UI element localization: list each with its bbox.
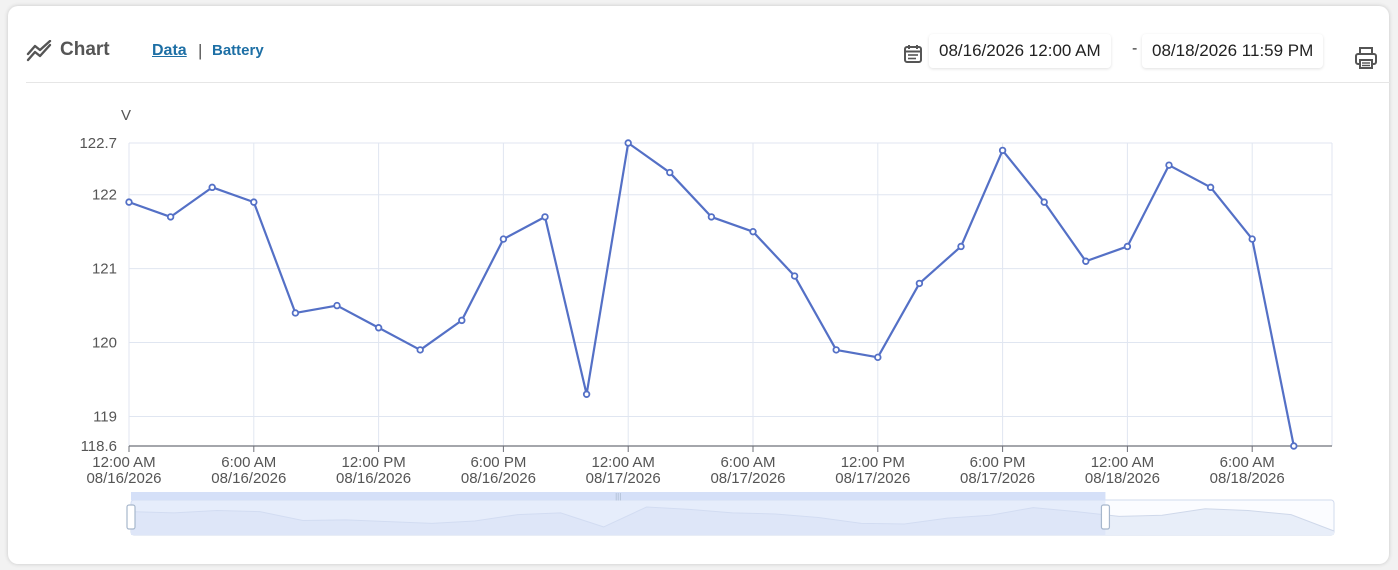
zoom-drag-grip-icon: |||: [615, 492, 621, 501]
x-tick-time-label: 6:00 AM: [221, 454, 276, 471]
data-point: [1206, 183, 1215, 192]
x-tick-date-label: 08/17/2026: [586, 470, 661, 487]
x-tick-date-label: 08/18/2026: [1085, 470, 1160, 487]
data-point: [541, 213, 549, 221]
y-tick-label: 122.7: [79, 135, 117, 152]
x-tick-time-label: 6:00 PM: [470, 454, 526, 471]
data-point: [707, 213, 716, 221]
data-point: [1123, 242, 1132, 251]
data-point: [374, 324, 383, 332]
data-point: [166, 213, 175, 221]
data-point: [998, 146, 1007, 155]
data-point: [1290, 442, 1298, 450]
data-point: [458, 316, 466, 325]
y-tick-label: 120: [92, 335, 117, 352]
x-tick-time-label: 12:00 AM: [592, 454, 655, 471]
y-tick-label: 119: [93, 408, 117, 425]
y-tick-label: 118.6: [81, 438, 117, 455]
voltage-line-chart: 122.7122121120119118.612:00 AM08/16/2026…: [79, 107, 1335, 536]
data-point: [250, 198, 258, 206]
x-tick-date-label: 08/16/2026: [86, 470, 161, 487]
x-tick-time-label: 12:00 PM: [341, 454, 405, 471]
data-point: [832, 346, 840, 354]
data-point: [416, 346, 424, 354]
zoom-selected-range: [131, 500, 1106, 535]
x-tick-date-label: 08/18/2026: [1210, 470, 1285, 487]
zoom-handle-start[interactable]: [126, 504, 136, 530]
y-tick-label: 121: [92, 261, 117, 278]
data-point: [790, 272, 799, 280]
x-tick-time-label: 6:00 AM: [720, 454, 775, 471]
x-tick-date-label: 08/16/2026: [211, 470, 286, 487]
data-point: [624, 139, 632, 147]
data-point: [957, 242, 965, 251]
x-tick-time-label: 12:00 AM: [92, 454, 155, 471]
data-point: [208, 183, 216, 192]
x-tick-time-label: 12:00 PM: [841, 454, 905, 471]
data-point: [499, 235, 508, 243]
x-tick-time-label: 12:00 AM: [1091, 454, 1154, 471]
x-tick-date-label: 08/16/2026: [336, 470, 411, 487]
data-point: [1165, 161, 1173, 169]
zoom-handle-end[interactable]: [1100, 504, 1111, 530]
x-tick-date-label: 08/17/2026: [835, 470, 910, 487]
data-point: [1082, 257, 1090, 265]
x-tick-time-label: 6:00 PM: [970, 454, 1026, 471]
data-point: [874, 353, 882, 362]
series-line: [128, 141, 1295, 447]
data-point: [125, 198, 133, 206]
x-tick-date-label: 08/16/2026: [461, 470, 536, 487]
data-point: [333, 301, 341, 310]
data-point: [749, 227, 757, 236]
x-tick-date-label: 08/17/2026: [710, 470, 785, 487]
y-tick-label: 122: [92, 187, 117, 204]
data-point: [582, 390, 591, 398]
x-tick-date-label: 08/17/2026: [960, 470, 1035, 487]
data-point: [915, 279, 924, 288]
data-point: [666, 168, 674, 177]
y-axis-unit-label: V: [121, 107, 131, 124]
data-point: [1248, 235, 1256, 243]
data-point: [1040, 198, 1048, 206]
data-point: [291, 309, 300, 317]
x-tick-time-label: 6:00 AM: [1220, 454, 1275, 471]
